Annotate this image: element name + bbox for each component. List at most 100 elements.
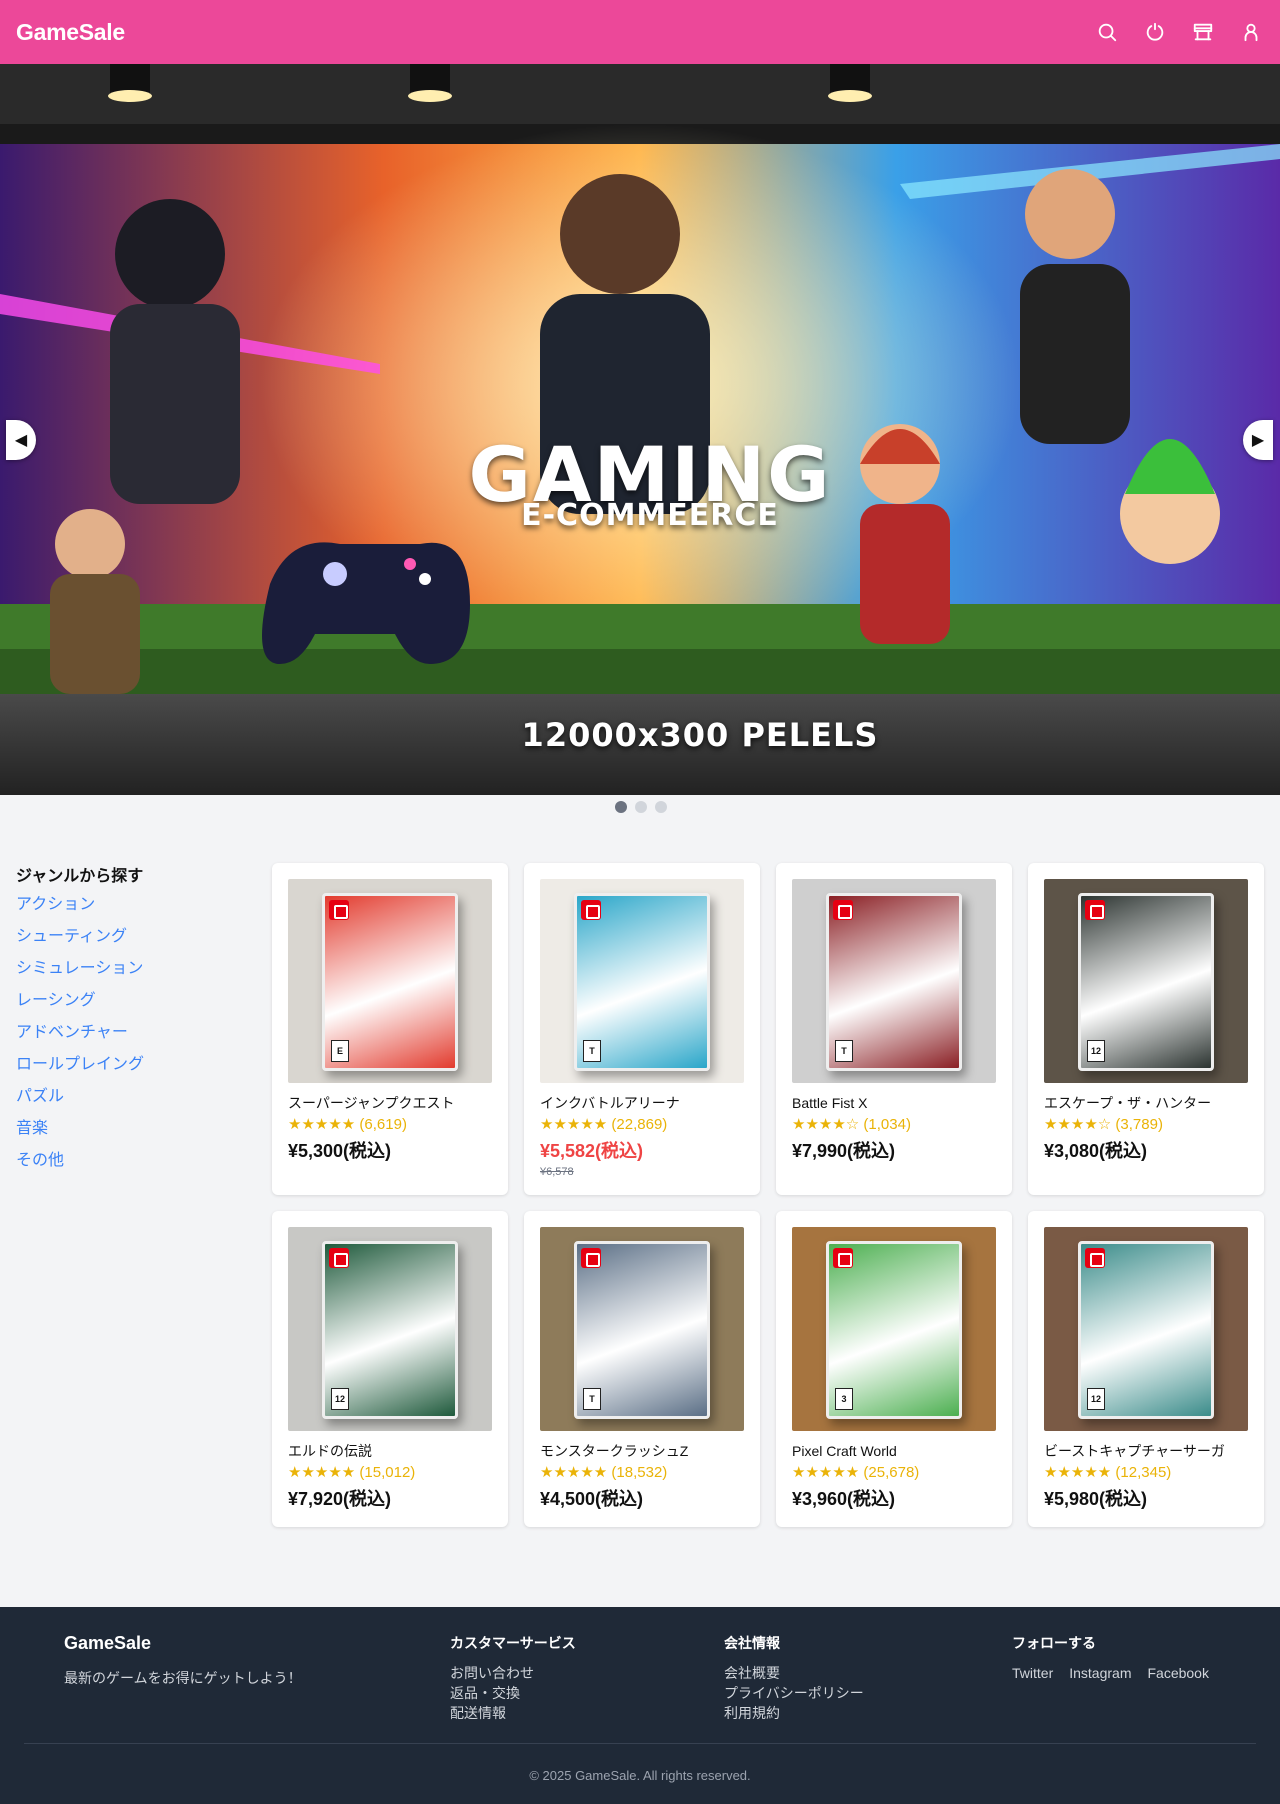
footer-link-twitter[interactable]: Twitter bbox=[1012, 1663, 1053, 1683]
power-icon[interactable] bbox=[1142, 19, 1168, 45]
search-icon[interactable] bbox=[1094, 19, 1120, 45]
star-rating-icon: ★★★★★ bbox=[1044, 1464, 1112, 1481]
product-card[interactable]: 12 ビーストキャプチャーサーガ ★★★★★ (12,345) ¥5,980(税… bbox=[1028, 1211, 1264, 1527]
review-count: (18,532) bbox=[611, 1464, 668, 1481]
age-rating-icon: 12 bbox=[331, 1388, 349, 1410]
product-rating: ★★★★★ (22,869) bbox=[540, 1115, 744, 1133]
product-price: ¥4,500(税込) bbox=[540, 1489, 644, 1509]
genre-link-roleplaying[interactable]: ロールプレイング bbox=[16, 1054, 246, 1086]
product-cover-image[interactable]: 12 bbox=[1044, 1227, 1248, 1431]
product-card[interactable]: 12 エルドの伝説 ★★★★★ (15,012) ¥7,920(税込) bbox=[272, 1211, 508, 1527]
product-card[interactable]: 3 Pixel Craft World ★★★★★ (25,678) ¥3,96… bbox=[776, 1211, 1012, 1527]
genre-link-shooting[interactable]: シューティング bbox=[16, 926, 246, 958]
product-name[interactable]: Battle Fist X bbox=[792, 1093, 996, 1113]
product-name[interactable]: モンスタークラッシュZ bbox=[540, 1441, 744, 1461]
product-cover-image[interactable]: T bbox=[540, 879, 744, 1083]
product-grid: E スーパージャンプクエスト ★★★★★ (6,619) ¥5,300(税込) … bbox=[272, 863, 1264, 1527]
footer-link-returns[interactable]: 返品・交換 bbox=[450, 1683, 576, 1703]
switch-logo-icon bbox=[1085, 900, 1105, 920]
product-price: ¥5,980(税込) bbox=[1044, 1489, 1148, 1509]
product-rating: ★★★★☆ (3,789) bbox=[1044, 1115, 1248, 1133]
genre-link-simulation[interactable]: シミュレーション bbox=[16, 958, 246, 990]
footer-customer-service: カスタマーサービス お問い合わせ 返品・交換 配送情報 bbox=[450, 1633, 576, 1723]
footer-link-about[interactable]: 会社概要 bbox=[724, 1663, 864, 1683]
footer-link-terms[interactable]: 利用規約 bbox=[724, 1703, 864, 1723]
product-price: ¥7,990(税込) bbox=[792, 1141, 896, 1161]
switch-logo-icon bbox=[833, 1248, 853, 1268]
genre-link-music[interactable]: 音楽 bbox=[16, 1118, 246, 1150]
header-icons bbox=[1094, 19, 1264, 45]
product-cover-image[interactable]: T bbox=[540, 1227, 744, 1431]
product-name[interactable]: ビーストキャプチャーサーガ bbox=[1044, 1441, 1248, 1461]
age-rating-icon: T bbox=[583, 1388, 601, 1410]
footer-link-instagram[interactable]: Instagram bbox=[1069, 1663, 1131, 1683]
genre-link-adventure[interactable]: アドベンチャー bbox=[16, 1022, 246, 1054]
product-name[interactable]: エスケープ・ザ・ハンター bbox=[1044, 1093, 1248, 1113]
age-rating-icon: T bbox=[583, 1040, 601, 1062]
store-icon[interactable] bbox=[1190, 19, 1216, 45]
user-icon[interactable] bbox=[1238, 19, 1264, 45]
game-box-art: E bbox=[322, 893, 458, 1071]
product-rating: ★★★★★ (25,678) bbox=[792, 1463, 996, 1481]
product-rating: ★★★★★ (12,345) bbox=[1044, 1463, 1248, 1481]
genre-link-puzzle[interactable]: パズル bbox=[16, 1086, 246, 1118]
genre-link-racing[interactable]: レーシング bbox=[16, 990, 246, 1022]
product-name[interactable]: エルドの伝説 bbox=[288, 1441, 492, 1461]
footer-logo[interactable]: GameSale bbox=[64, 1633, 302, 1654]
footer-tagline: 最新のゲームをお得にゲットしよう！ bbox=[64, 1670, 302, 1686]
game-box-art: 12 bbox=[1078, 1241, 1214, 1419]
product-price: ¥3,960(税込) bbox=[792, 1489, 896, 1509]
review-count: (25,678) bbox=[863, 1464, 920, 1481]
switch-logo-icon bbox=[329, 1248, 349, 1268]
footer-link-privacy[interactable]: プライバシーポリシー bbox=[724, 1683, 864, 1703]
site-footer: GameSale 最新のゲームをお得にゲットしよう！ カスタマーサービス お問い… bbox=[0, 1607, 1280, 1804]
product-price: ¥3,080(税込) bbox=[1044, 1141, 1148, 1161]
footer-link-contact[interactable]: お問い合わせ bbox=[450, 1663, 576, 1683]
product-card[interactable]: T インクバトルアリーナ ★★★★★ (22,869) ¥5,582(税込) ¥… bbox=[524, 863, 760, 1195]
carousel-dot-1[interactable] bbox=[615, 801, 627, 813]
star-rating-icon: ★★★★★ bbox=[540, 1464, 608, 1481]
age-rating-icon: 3 bbox=[835, 1388, 853, 1410]
product-name[interactable]: Pixel Craft World bbox=[792, 1441, 996, 1461]
game-box-art: 12 bbox=[1078, 893, 1214, 1071]
footer-link-facebook[interactable]: Facebook bbox=[1147, 1663, 1208, 1683]
genre-link-other[interactable]: その他 bbox=[16, 1150, 246, 1182]
star-rating-icon: ★★★★★ bbox=[792, 1464, 860, 1481]
product-cover-image[interactable]: 12 bbox=[288, 1227, 492, 1431]
switch-logo-icon bbox=[833, 900, 853, 920]
review-count: (6,619) bbox=[359, 1116, 407, 1133]
star-rating-icon: ★★★★★ bbox=[288, 1116, 356, 1133]
product-card[interactable]: T モンスタークラッシュZ ★★★★★ (18,532) ¥4,500(税込) bbox=[524, 1211, 760, 1527]
product-cover-image[interactable]: E bbox=[288, 879, 492, 1083]
genre-sidebar-title: ジャンルから探す bbox=[16, 868, 144, 885]
age-rating-icon: E bbox=[331, 1040, 349, 1062]
product-cover-image[interactable]: T bbox=[792, 879, 996, 1083]
product-rating: ★★★★★ (6,619) bbox=[288, 1115, 492, 1133]
star-rating-icon: ★★★★★ bbox=[540, 1116, 608, 1133]
product-rating: ★★★★★ (15,012) bbox=[288, 1463, 492, 1481]
product-cover-image[interactable]: 3 bbox=[792, 1227, 996, 1431]
star-rating-icon: ★★★★☆ bbox=[792, 1116, 860, 1133]
hero-carousel[interactable]: GAMING E-COMMEERCE 12000x300 PELELS ◀ ▶ bbox=[0, 64, 1280, 795]
switch-logo-icon bbox=[581, 1248, 601, 1268]
review-count: (15,012) bbox=[359, 1464, 416, 1481]
product-card[interactable]: E スーパージャンプクエスト ★★★★★ (6,619) ¥5,300(税込) bbox=[272, 863, 508, 1195]
product-original-price: ¥6,578 bbox=[540, 1166, 574, 1178]
footer-link-shipping[interactable]: 配送情報 bbox=[450, 1703, 576, 1723]
product-cover-image[interactable]: 12 bbox=[1044, 879, 1248, 1083]
site-logo[interactable]: GameSale bbox=[16, 19, 125, 46]
genre-link-action[interactable]: アクション bbox=[16, 894, 246, 926]
product-name[interactable]: スーパージャンプクエスト bbox=[288, 1093, 492, 1113]
product-name[interactable]: インクバトルアリーナ bbox=[540, 1093, 744, 1113]
age-rating-icon: T bbox=[835, 1040, 853, 1062]
game-box-art: T bbox=[574, 1241, 710, 1419]
review-count: (12,345) bbox=[1115, 1464, 1172, 1481]
carousel-dot-2[interactable] bbox=[635, 801, 647, 813]
footer-heading: カスタマーサービス bbox=[450, 1635, 576, 1651]
product-card[interactable]: T Battle Fist X ★★★★☆ (1,034) ¥7,990(税込) bbox=[776, 863, 1012, 1195]
product-card[interactable]: 12 エスケープ・ザ・ハンター ★★★★☆ (3,789) ¥3,080(税込) bbox=[1028, 863, 1264, 1195]
switch-logo-icon bbox=[329, 900, 349, 920]
game-box-art: T bbox=[574, 893, 710, 1071]
carousel-dot-3[interactable] bbox=[655, 801, 667, 813]
footer-social-links: Twitter Instagram Facebook bbox=[1012, 1663, 1209, 1683]
